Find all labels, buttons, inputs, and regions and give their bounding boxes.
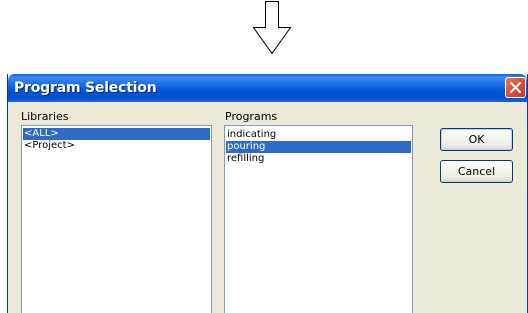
program-item-refilling[interactable]: refilling <box>226 153 411 165</box>
program-item-indicating[interactable]: indicating <box>226 129 411 141</box>
program-item-pouring[interactable]: pouring <box>226 141 411 153</box>
program-selection-dialog: Program Selection Libraries <ALL> <Proje… <box>7 74 528 313</box>
title-bar[interactable]: Program Selection <box>8 74 527 102</box>
libraries-label: Libraries <box>21 110 69 123</box>
library-item-all[interactable]: <ALL> <box>23 128 210 140</box>
close-icon <box>510 82 521 93</box>
programs-listbox[interactable]: indicating pouring refilling <box>224 125 413 313</box>
dialog-title: Program Selection <box>14 80 157 96</box>
library-item-project[interactable]: <Project> <box>23 140 210 152</box>
close-button[interactable] <box>505 77 526 98</box>
down-arrow-icon <box>250 0 294 58</box>
cancel-button[interactable]: Cancel <box>440 160 513 183</box>
programs-label: Programs <box>225 110 278 123</box>
ok-button[interactable]: OK <box>440 128 513 151</box>
libraries-listbox[interactable]: <ALL> <Project> <box>21 125 212 313</box>
